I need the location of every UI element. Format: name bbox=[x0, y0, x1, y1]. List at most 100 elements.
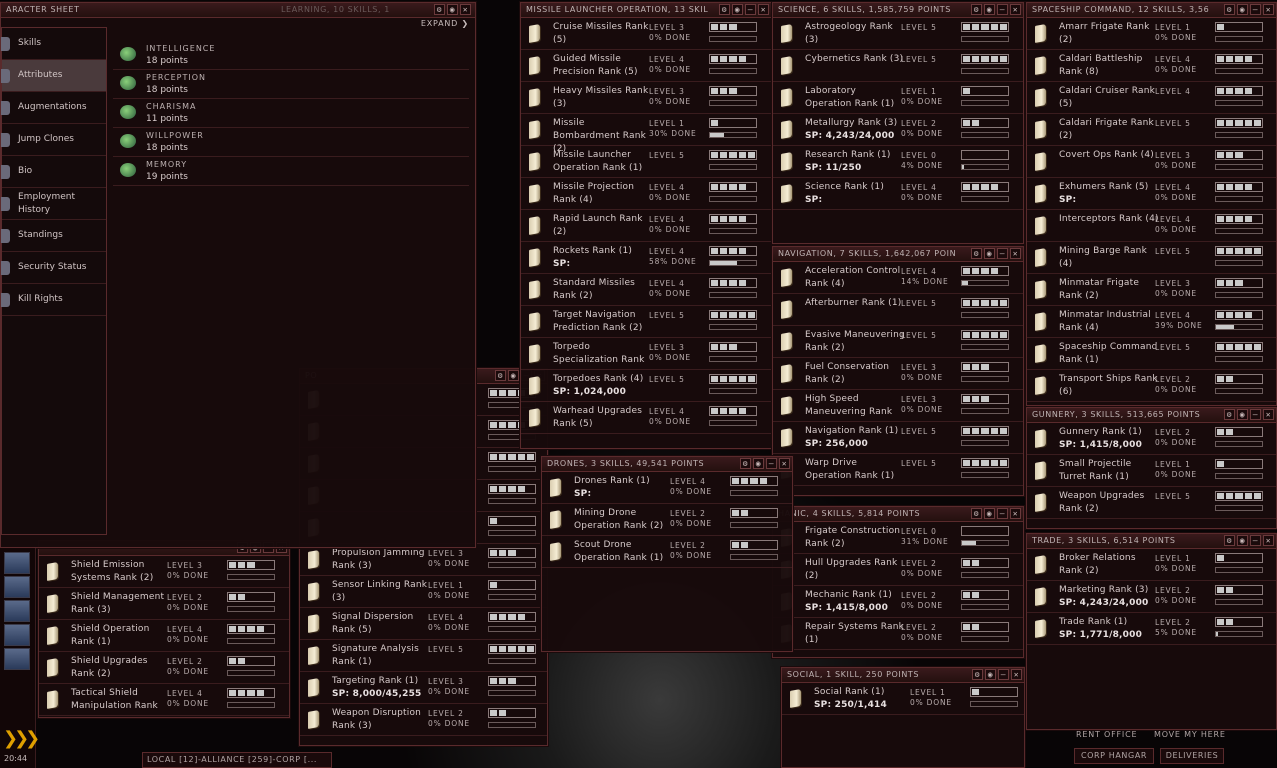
nav-item-skills[interactable]: Skills bbox=[1, 28, 106, 60]
options-icon[interactable]: ◉ bbox=[1237, 4, 1248, 15]
nav-item-employment[interactable]: Employment History bbox=[1, 188, 106, 220]
skill-row[interactable]: Astrogeology Rank (3) LEVEL 5 bbox=[773, 18, 1023, 50]
chat-channel-tab[interactable]: LOCAL [12]-ALLIANCE [259]-CORP [... bbox=[142, 752, 332, 768]
character-sheet-window[interactable]: ARACTER SHEET LEARNING, 10 SKILLS, 1 ⚙ ◉ ✕… bbox=[0, 2, 476, 548]
missile-window-header[interactable]: MISSILE LAUNCHER OPERATION, 13 SKIL ⚙ ◉ – ✕ bbox=[521, 3, 771, 18]
skill-row[interactable]: Guided Missile Precision Rank (5) LEVEL 4… bbox=[521, 50, 771, 82]
navigation-skills-window[interactable]: NAVIGATION, 7 SKILLS, 1,642,067 POIN ⚙ ◉ – ✕… bbox=[772, 246, 1024, 496]
skill-row[interactable]: Tactical Shield Manipulation Rank LEVEL 4… bbox=[39, 684, 289, 716]
options-icon[interactable]: ◉ bbox=[984, 508, 995, 519]
options-icon[interactable]: ◉ bbox=[1237, 535, 1248, 546]
minimize-icon[interactable]: – bbox=[997, 248, 1008, 259]
skill-row[interactable]: Covert Ops Rank (4) LEVEL 3 0% DONE bbox=[1027, 146, 1276, 178]
close-icon[interactable]: ✕ bbox=[779, 458, 790, 469]
nav-item-jump-clones[interactable]: Jump Clones bbox=[1, 124, 106, 156]
options-icon[interactable]: ◉ bbox=[753, 458, 764, 469]
skill-row[interactable]: Weapon Disruption Rank (3) LEVEL 2 0% DONE bbox=[300, 704, 547, 736]
skill-row[interactable]: Shield Operation Rank (1) LEVEL 4 0% DONE bbox=[39, 620, 289, 652]
minimize-icon[interactable]: – bbox=[1250, 409, 1261, 420]
settings-icon[interactable]: ⚙ bbox=[434, 4, 445, 15]
nav-item-bio[interactable]: Bio bbox=[1, 156, 106, 188]
nav-item-augmentations[interactable]: Augmentations bbox=[1, 92, 106, 124]
skill-row[interactable]: Mining Drone Operation Rank (2) LEVEL 2 0%… bbox=[542, 504, 792, 536]
help-icon[interactable] bbox=[4, 576, 30, 598]
skill-row[interactable]: Rapid Launch Rank (2) LEVEL 4 0% DONE bbox=[521, 210, 771, 242]
close-icon[interactable]: ✕ bbox=[1263, 535, 1274, 546]
gunnery-skills-window[interactable]: GUNNERY, 3 SKILLS, 513,665 POINTS ⚙ ◉ – ✕ Gun… bbox=[1026, 407, 1277, 529]
engineering-skills-window[interactable]: ⚙◉–✕Shield Emission Systems Rank (2)LEVE… bbox=[38, 540, 290, 718]
gunnery-window-header[interactable]: GUNNERY, 3 SKILLS, 513,665 POINTS ⚙ ◉ – ✕ bbox=[1027, 408, 1276, 423]
skill-row[interactable]: Social Rank (1) SP: 250/1,414 LEVEL 1 0% DO… bbox=[782, 683, 1024, 715]
skill-row[interactable]: Signal Dispersion Rank (5) LEVEL 4 0% DONE bbox=[300, 608, 547, 640]
skill-row[interactable]: Mechanic Rank (1) SP: 1,415/8,000 LEVEL 20… bbox=[773, 586, 1023, 618]
skill-row[interactable]: Fuel Conservation Rank (2) LEVEL 3 0% DONE bbox=[773, 358, 1023, 390]
mechanic-skills-window[interactable]: HANIC, 4 SKILLS, 5,814 POINTS ⚙ ◉ – ✕ Frigate… bbox=[772, 506, 1024, 658]
skill-row[interactable]: Exhumers Rank (5) SP: LEVEL 4 0% DONE bbox=[1027, 178, 1276, 210]
deliveries-button[interactable]: DELIVERIES bbox=[1160, 748, 1224, 764]
close-icon[interactable]: ✕ bbox=[1011, 669, 1022, 680]
people-icon[interactable] bbox=[4, 552, 30, 574]
settings-icon[interactable]: ⚙ bbox=[971, 508, 982, 519]
skill-row[interactable]: Navigation Rank (1) SP: 256,000 LEVEL 5 bbox=[773, 422, 1023, 454]
skill-row[interactable]: Gunnery Rank (1) SP: 1,415/8,000 LEVEL 2 0%… bbox=[1027, 423, 1276, 455]
skill-row[interactable]: Standard Missiles Rank (2) LEVEL 4 0% DONE bbox=[521, 274, 771, 306]
settings-icon[interactable]: ⚙ bbox=[495, 370, 506, 381]
nav-item-kill-rights[interactable]: Kill Rights bbox=[1, 284, 106, 316]
skill-row[interactable]: Cruise Missiles Rank (5) LEVEL 3 0% DONE bbox=[521, 18, 771, 50]
skill-row[interactable]: Warhead Upgrades Rank (5) LEVEL 4 0% DONE bbox=[521, 402, 771, 434]
skill-row[interactable]: Frigate Construction Rank (2) LEVEL 0 31% … bbox=[773, 522, 1023, 554]
skill-row[interactable]: Sensor Linking Rank (3) LEVEL 1 0% DONE bbox=[300, 576, 547, 608]
close-icon[interactable]: ✕ bbox=[460, 4, 471, 15]
settings-icon[interactable]: ⚙ bbox=[719, 4, 730, 15]
minimize-icon[interactable]: – bbox=[766, 458, 777, 469]
skill-row[interactable]: Propulsion Jamming Rank (3) LEVEL 3 0% DON… bbox=[300, 544, 547, 576]
close-icon[interactable]: ✕ bbox=[1010, 248, 1021, 259]
skill-row[interactable]: Shield Management Rank (3) LEVEL 2 0% DONE bbox=[39, 588, 289, 620]
expand-neocom-icon[interactable]: ❯❯❯ bbox=[3, 728, 40, 749]
skill-row[interactable]: Minmatar Industrial Rank (4) LEVEL 4 39% D… bbox=[1027, 306, 1276, 338]
skill-row[interactable]: Heavy Missiles Rank (3) LEVEL 3 0% DONE bbox=[521, 82, 771, 114]
skill-row[interactable]: Acceleration Control Rank (4) LEVEL 4 14% … bbox=[773, 262, 1023, 294]
mechanic-window-header[interactable]: HANIC, 4 SKILLS, 5,814 POINTS ⚙ ◉ – ✕ bbox=[773, 507, 1023, 522]
options-icon[interactable]: ◉ bbox=[447, 4, 458, 15]
skill-row[interactable]: Evasive Maneuvering Rank (2) LEVEL 5 bbox=[773, 326, 1023, 358]
minimize-icon[interactable]: – bbox=[997, 508, 1008, 519]
skill-row[interactable]: Scout Drone Operation Rank (1) LEVEL 2 0% … bbox=[542, 536, 792, 568]
skill-row[interactable]: Missile Projection Rank (4) LEVEL 4 0% DON… bbox=[521, 178, 771, 210]
skill-row[interactable]: Laboratory Operation Rank (1) LEVEL 1 0% D… bbox=[773, 82, 1023, 114]
science-skills-window[interactable]: SCIENCE, 6 SKILLS, 1,585,759 POINTS ⚙ ◉ – ✕ A… bbox=[772, 2, 1024, 244]
skill-row[interactable]: Weapon Upgrades Rank (2) LEVEL 5 bbox=[1027, 487, 1276, 519]
skill-row[interactable]: Trade Rank (1) SP: 1,771/8,000 LEVEL 2 5% D… bbox=[1027, 613, 1276, 645]
skill-row[interactable]: Caldari Battleship Rank (8) LEVEL 4 0% DON… bbox=[1027, 50, 1276, 82]
skill-row[interactable]: Shield Emission Systems Rank (2) LEVEL 30… bbox=[39, 556, 289, 588]
expand-button[interactable]: EXPAND ❯ bbox=[421, 19, 469, 28]
skill-row[interactable]: Caldari Cruiser Rank (5) LEVEL 4 bbox=[1027, 82, 1276, 114]
navigation-window-header[interactable]: NAVIGATION, 7 SKILLS, 1,642,067 POIN ⚙ ◉ – ✕ bbox=[773, 247, 1023, 262]
options-icon[interactable]: ◉ bbox=[984, 4, 995, 15]
skill-row[interactable]: Minmatar Frigate Rank (2) LEVEL 3 0% DONE bbox=[1027, 274, 1276, 306]
minimize-icon[interactable]: – bbox=[1250, 535, 1261, 546]
skill-row[interactable]: Hull Upgrades Rank (2) LEVEL 2 0% DONE bbox=[773, 554, 1023, 586]
skill-row[interactable]: Rockets Rank (1) SP: LEVEL 4 58% DONE bbox=[521, 242, 771, 274]
close-icon[interactable]: ✕ bbox=[1263, 409, 1274, 420]
minimize-icon[interactable]: – bbox=[998, 669, 1009, 680]
minimize-icon[interactable]: – bbox=[997, 4, 1008, 15]
missile-launcher-skills-window[interactable]: MISSILE LAUNCHER OPERATION, 13 SKIL ⚙ ◉ – ✕ C… bbox=[520, 2, 772, 449]
close-icon[interactable]: ✕ bbox=[1263, 4, 1274, 15]
skill-row[interactable]: Interceptors Rank (4) LEVEL 4 0% DONE bbox=[1027, 210, 1276, 242]
skill-row[interactable]: Research Rank (1) SP: 11/250 LEVEL 0 4% DON… bbox=[773, 146, 1023, 178]
settings-icon[interactable]: ⚙ bbox=[1224, 409, 1235, 420]
skill-row[interactable]: Missile Bombardment Rank (2) LEVEL 1 30% D… bbox=[521, 114, 771, 154]
nav-item-attributes[interactable]: Attributes bbox=[1, 60, 106, 92]
skill-row[interactable]: Signature Analysis Rank (1) LEVEL 5 bbox=[300, 640, 547, 672]
skill-row[interactable]: Missile Launcher Operation Rank (1) LEVEL… bbox=[521, 146, 771, 178]
settings-icon[interactable]: ⚙ bbox=[972, 669, 983, 680]
character-portrait-icon[interactable] bbox=[4, 600, 30, 622]
skill-row[interactable]: Repair Systems Rank (1) LEVEL 2 0% DONE bbox=[773, 618, 1023, 650]
settings-icon[interactable]: ⚙ bbox=[971, 4, 982, 15]
skill-row[interactable]: Metallurgy Rank (3) SP: 4,243/24,000 LEVEL… bbox=[773, 114, 1023, 146]
drones-window-header[interactable]: DRONES, 3 SKILLS, 49,541 POINTS ⚙ ◉ – ✕ bbox=[542, 457, 792, 472]
social-skills-window[interactable]: SOCIAL, 1 SKILL, 250 POINTS ⚙ ◉ – ✕ Social Ra… bbox=[781, 667, 1025, 768]
skill-row[interactable]: Caldari Frigate Rank (2) LEVEL 5 bbox=[1027, 114, 1276, 146]
fitting-icon[interactable] bbox=[4, 648, 30, 670]
